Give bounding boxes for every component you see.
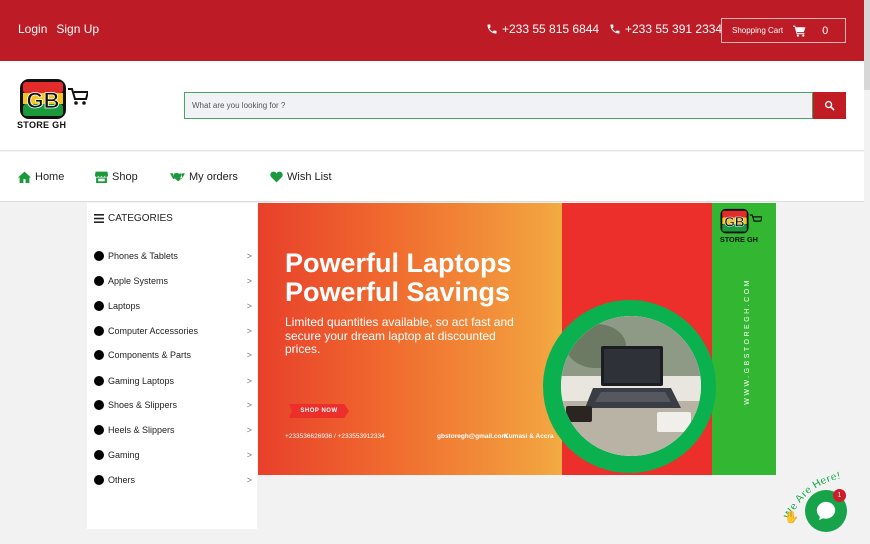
category-item[interactable]: Computer Accessories > [94, 326, 252, 336]
logo-subtitle: STORE GH [17, 120, 67, 130]
bullet-icon [94, 450, 104, 460]
cart-label: Shopping Cart [732, 26, 784, 35]
category-label: Heels & Slippers [108, 425, 175, 435]
category-item[interactable]: Apple Systems > [94, 276, 252, 286]
heart-icon [270, 171, 283, 183]
category-item[interactable]: Others > [94, 475, 252, 485]
category-item[interactable]: Gaming Laptops > [94, 376, 252, 386]
bullet-icon [94, 475, 104, 485]
store-icon [95, 171, 108, 183]
search-input[interactable]: What are you looking for ? [184, 92, 813, 119]
banner-headline-2: Powerful Savings [285, 277, 511, 307]
category-label: Components & Parts [108, 350, 192, 360]
phone-icon [487, 24, 497, 34]
nav-shop-label: Shop [112, 171, 138, 183]
site-header: GB STORE GH What are you looking for ? [0, 61, 864, 151]
nav-home-label: Home [35, 171, 65, 183]
wave-hand-icon: ✋ [784, 510, 799, 524]
auth-links: Login Sign Up [18, 22, 99, 36]
login-link[interactable]: Login [18, 22, 47, 36]
home-icon [18, 171, 31, 183]
chevron-right-icon: > [246, 301, 252, 311]
banner-email: gbstoregh@gmail.com [437, 433, 508, 440]
category-item[interactable]: Heels & Slippers > [94, 425, 252, 435]
bullet-icon [94, 276, 104, 286]
nav-wish-list-label: Wish List [287, 171, 332, 183]
banner-phones: +233536626936 / +233553912334 [285, 433, 385, 440]
chevron-right-icon: > [246, 326, 252, 336]
logo-letters: GB [27, 88, 60, 113]
phone-contact-1[interactable]: +233 55 815 6844 [486, 22, 599, 36]
chevron-right-icon: > [246, 350, 252, 360]
bullet-icon [94, 425, 104, 435]
signup-link[interactable]: Sign Up [56, 22, 99, 36]
chevron-right-icon: > [246, 376, 252, 386]
banner-logo-letters: GB [724, 215, 744, 230]
chevron-right-icon: > [246, 425, 252, 435]
bullet-icon [94, 251, 104, 261]
banner-headline-1: Powerful Laptops [285, 248, 512, 278]
chat-bubble-icon [816, 501, 836, 521]
phone-contact-2[interactable]: +233 55 391 2334 [609, 22, 722, 36]
phone-icon [610, 24, 620, 34]
search-icon [824, 100, 835, 111]
bullet-icon [94, 400, 104, 410]
banner-logo-subtitle: STORE GH [720, 235, 758, 244]
banner-headline: Powerful Laptops Powerful Savings [285, 249, 512, 307]
banner-website: WWW.GBSTOREGH.COM [744, 278, 751, 405]
main-nav: Home Shop My orders Wish List [0, 152, 864, 202]
store-logo[interactable]: GB STORE GH [16, 77, 90, 133]
laptop-photo [561, 316, 701, 456]
chat-notification-badge: 1 [833, 489, 846, 502]
category-item[interactable]: Phones & Tablets > [94, 251, 252, 261]
bullet-icon [94, 326, 104, 336]
laptop-image-icon [561, 316, 701, 456]
shop-now-button[interactable]: SHOP NOW [289, 404, 349, 418]
banner-logo-icon: GB STORE GH [720, 208, 762, 244]
nav-my-orders[interactable]: My orders [170, 171, 238, 183]
category-label: Laptops [108, 301, 141, 311]
category-label: Shoes & Slippers [108, 400, 178, 410]
page-scrollbar[interactable] [864, 0, 870, 90]
bullet-icon [94, 301, 104, 311]
menu-icon [94, 214, 104, 223]
shopping-cart-button[interactable]: Shopping Cart 0 [721, 18, 846, 43]
category-label: Gaming [108, 450, 140, 460]
phone-number-2: +233 55 391 2334 [625, 22, 723, 36]
banner-locations: Kumasi & Accra [504, 433, 554, 440]
category-label: Apple Systems [108, 276, 169, 286]
gb-logo-icon: GB [20, 79, 90, 119]
categories-heading[interactable]: CATEGORIES [94, 213, 173, 224]
search-button[interactable] [813, 92, 846, 119]
chevron-right-icon: > [246, 475, 252, 485]
handshake-icon [170, 172, 185, 182]
categories-sidebar: CATEGORIES Phones & Tablets > Apple Syste… [87, 203, 257, 529]
chevron-right-icon: > [246, 400, 252, 410]
bullet-icon [94, 350, 104, 360]
category-label: Gaming Laptops [108, 376, 175, 386]
category-item[interactable]: Shoes & Slippers > [94, 400, 252, 410]
nav-shop[interactable]: Shop [95, 171, 138, 183]
cart-icon [793, 25, 806, 37]
category-label: Computer Accessories [108, 326, 199, 336]
nav-my-orders-label: My orders [189, 171, 238, 183]
bullet-icon [94, 376, 104, 386]
nav-home[interactable]: Home [18, 171, 64, 183]
cart-count: 0 [822, 24, 829, 37]
nav-wish-list[interactable]: Wish List [270, 171, 332, 183]
chevron-right-icon: > [246, 276, 252, 286]
category-item[interactable]: Components & Parts > [94, 350, 252, 360]
category-item[interactable]: Laptops > [94, 301, 252, 311]
banner-description: Limited quantities available, so act fas… [285, 315, 514, 356]
category-label: Others [108, 475, 136, 485]
promo-banner[interactable]: GB STORE GH Powerful Laptops Powerful Sa… [258, 203, 776, 475]
phone-number-1: +233 55 815 6844 [502, 22, 600, 36]
top-bar: Login Sign Up +233 55 815 6844 +233 55 3… [0, 0, 864, 61]
category-item[interactable]: Gaming > [94, 450, 252, 460]
chevron-right-icon: > [246, 450, 252, 460]
categories-title: CATEGORIES [108, 213, 173, 224]
category-label: Phones & Tablets [108, 251, 178, 261]
chevron-right-icon: > [246, 251, 252, 261]
